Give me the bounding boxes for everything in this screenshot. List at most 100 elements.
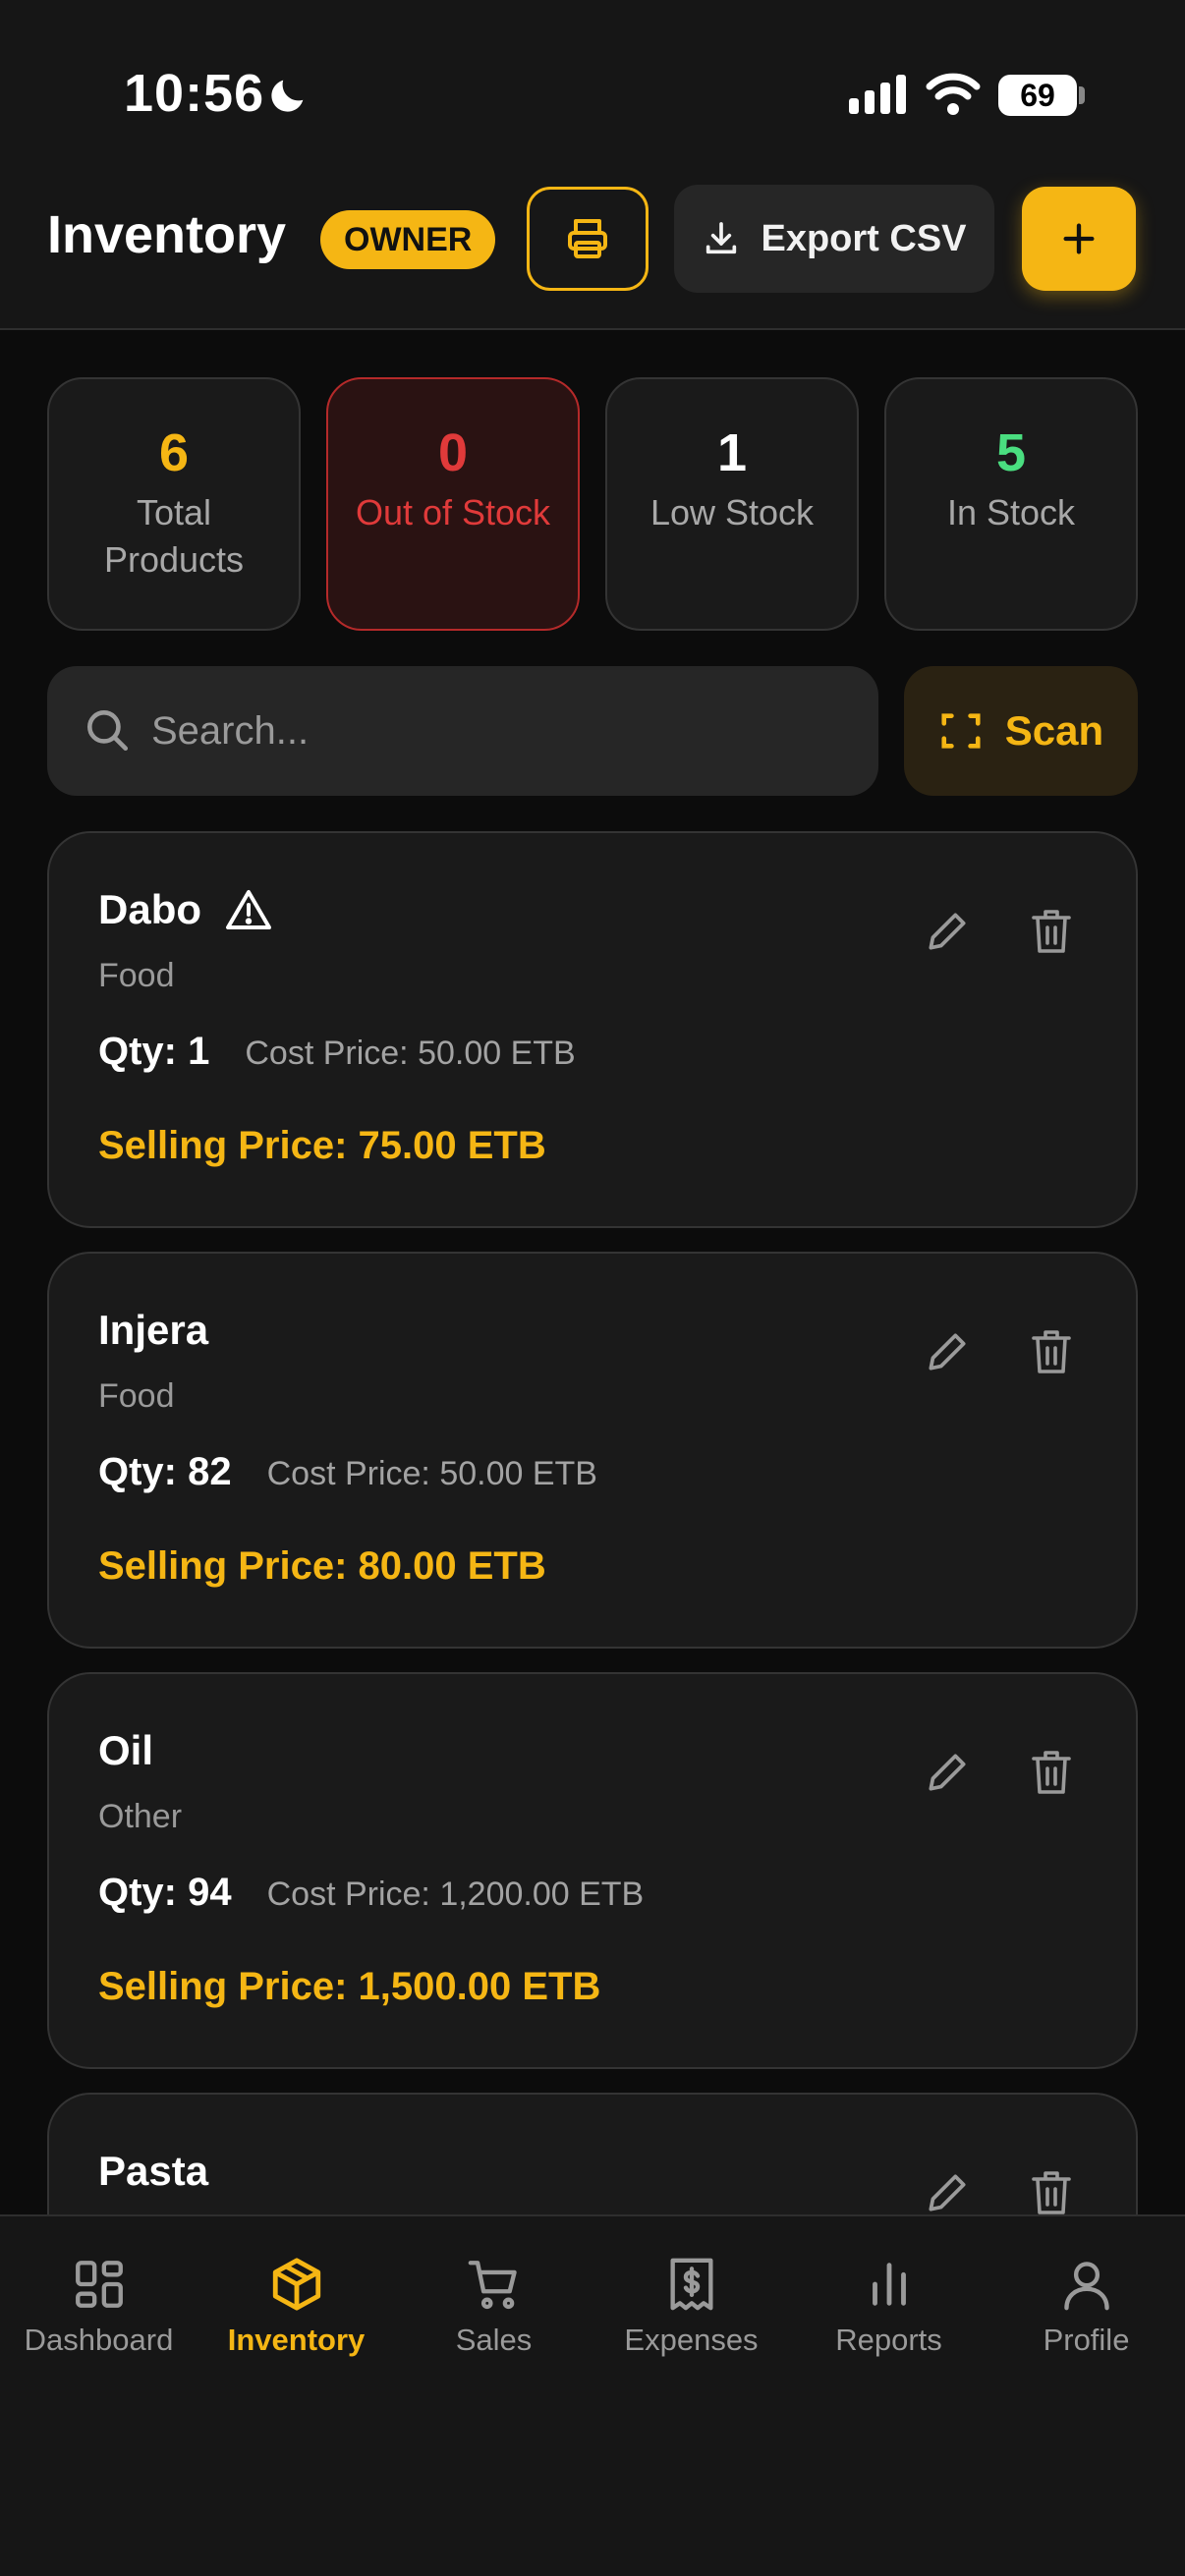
stat-value: 0 bbox=[437, 423, 469, 482]
stat-in-stock[interactable]: 5 In Stock bbox=[884, 377, 1138, 631]
edit-button[interactable] bbox=[908, 2154, 987, 2214]
stat-label: Total Products bbox=[103, 492, 245, 580]
trash-icon bbox=[1032, 1330, 1071, 1373]
plus-icon bbox=[1063, 223, 1095, 254]
nav-dashboard[interactable]: Dashboard bbox=[0, 2256, 198, 2358]
status-bar: 10:56 69 bbox=[0, 0, 1185, 167]
nav-label: Reports bbox=[835, 2323, 942, 2357]
receipt-icon bbox=[669, 2258, 713, 2311]
stat-value: 5 bbox=[995, 423, 1027, 482]
cart-icon bbox=[468, 2261, 517, 2310]
product-cost-price: Cost Price: 50.00 ETB bbox=[245, 1035, 576, 1072]
nav-sales[interactable]: Sales bbox=[395, 2256, 592, 2358]
product-selling-price: Selling Price: 1,500.00 ETB bbox=[98, 1965, 601, 2008]
print-button[interactable] bbox=[527, 187, 649, 291]
product-cost-price: Cost Price: 1,200.00 ETB bbox=[266, 1876, 645, 1913]
download-icon bbox=[706, 222, 737, 254]
product-name-row: Dabo bbox=[98, 886, 272, 933]
status-time: 10:56 bbox=[124, 64, 265, 123]
warning-icon bbox=[226, 890, 271, 929]
trash-icon bbox=[1032, 2171, 1071, 2214]
user-icon bbox=[1063, 2262, 1109, 2311]
wifi-icon bbox=[926, 73, 981, 115]
pencil-icon bbox=[929, 1754, 966, 1791]
nav-expenses[interactable]: Expenses bbox=[592, 2256, 790, 2358]
edit-button[interactable] bbox=[908, 1313, 987, 1391]
printer-icon bbox=[568, 219, 607, 258]
product-category: Other bbox=[98, 1798, 183, 1835]
trash-icon bbox=[1032, 1751, 1071, 1794]
bottom-nav: Dashboard Inventory Sales Expenses Repor… bbox=[0, 2214, 1185, 2576]
search-box bbox=[47, 666, 878, 796]
bar-chart-icon bbox=[872, 2263, 906, 2306]
moon-icon bbox=[271, 80, 304, 112]
product-card[interactable]: Oil Other Qty: 94 Cost Price: 1,200.00 E… bbox=[47, 1672, 1138, 2069]
nav-label: Expenses bbox=[624, 2323, 759, 2357]
scan-button[interactable]: Scan bbox=[904, 666, 1138, 796]
stat-out-of-stock[interactable]: 0 Out of Stock bbox=[326, 377, 580, 631]
stat-label: In Stock bbox=[946, 492, 1076, 532]
trash-icon bbox=[1032, 910, 1071, 953]
stat-value: 1 bbox=[716, 423, 748, 482]
product-cost-price: Cost Price: 50.00 ETB bbox=[266, 1455, 597, 1492]
edit-button[interactable] bbox=[908, 892, 987, 971]
nav-label: Sales bbox=[455, 2323, 533, 2357]
search-input[interactable] bbox=[151, 666, 839, 796]
stats-row: 6 Total Products 0 Out of Stock 1 Low St… bbox=[47, 377, 1138, 631]
app-header: Inventory OWNER Export CSV bbox=[0, 167, 1185, 330]
product-qty: Qty: 94 bbox=[98, 1871, 232, 1914]
product-card[interactable]: Injera Food Qty: 82 Cost Price: 50.00 ET… bbox=[47, 1252, 1138, 1649]
scan-icon bbox=[941, 713, 981, 749]
stat-total-products[interactable]: 6 Total Products bbox=[47, 377, 301, 631]
product-name-row: Injera bbox=[98, 1307, 208, 1354]
product-selling-price: Selling Price: 80.00 ETB bbox=[98, 1544, 546, 1588]
product-qty-row: Qty: 1 Cost Price: 50.00 ETB bbox=[98, 1030, 576, 1074]
product-qty-row: Qty: 94 Cost Price: 1,200.00 ETB bbox=[98, 1871, 644, 1915]
stat-label: Out of Stock bbox=[355, 492, 551, 532]
stat-value: 6 bbox=[158, 423, 190, 482]
pencil-icon bbox=[929, 913, 966, 950]
pencil-icon bbox=[929, 2174, 966, 2212]
product-category: Food bbox=[98, 1377, 175, 1415]
grid-icon bbox=[75, 2261, 123, 2308]
nav-inventory[interactable]: Inventory bbox=[198, 2256, 395, 2358]
nav-reports[interactable]: Reports bbox=[790, 2256, 988, 2358]
stat-low-stock[interactable]: 1 Low Stock bbox=[605, 377, 859, 631]
pencil-icon bbox=[929, 1333, 966, 1371]
product-name-row: Oil bbox=[98, 1727, 153, 1774]
product-name: Oil bbox=[98, 1727, 154, 1773]
product-list: Dabo Food Qty: 1 Cost Price: 50.00 ETB S… bbox=[47, 831, 1138, 2214]
product-name-row: Pasta bbox=[98, 2148, 208, 2195]
scan-label: Scan bbox=[1004, 707, 1104, 754]
product-qty: Qty: 1 bbox=[98, 1030, 210, 1073]
nav-label: Inventory bbox=[227, 2323, 366, 2357]
box-icon bbox=[272, 2258, 320, 2311]
battery-level: 69 bbox=[1020, 77, 1055, 113]
search-icon bbox=[87, 710, 129, 752]
product-name: Dabo bbox=[98, 886, 201, 932]
product-selling-price: Selling Price: 75.00 ETB bbox=[98, 1124, 546, 1167]
product-card[interactable]: Dabo Food Qty: 1 Cost Price: 50.00 ETB S… bbox=[47, 831, 1138, 1228]
export-csv-button[interactable]: Export CSV bbox=[674, 185, 994, 293]
delete-button[interactable] bbox=[1012, 1313, 1091, 1391]
product-name: Pasta bbox=[98, 2148, 209, 2194]
delete-button[interactable] bbox=[1012, 892, 1091, 971]
add-product-button[interactable] bbox=[1022, 187, 1136, 291]
battery-tip bbox=[1079, 86, 1085, 104]
nav-label: Profile bbox=[1043, 2323, 1130, 2357]
product-qty: Qty: 82 bbox=[98, 1450, 232, 1493]
delete-button[interactable] bbox=[1012, 1733, 1091, 1812]
export-csv-label: Export CSV bbox=[761, 217, 967, 259]
delete-button[interactable] bbox=[1012, 2154, 1091, 2214]
nav-profile[interactable]: Profile bbox=[988, 2256, 1185, 2358]
battery-indicator: 69 bbox=[998, 75, 1077, 116]
role-badge: OWNER bbox=[320, 210, 496, 269]
product-qty-row: Qty: 82 Cost Price: 50.00 ETB bbox=[98, 1450, 597, 1494]
stat-label: Low Stock bbox=[649, 492, 815, 532]
product-name: Injera bbox=[98, 1307, 209, 1353]
nav-label: Dashboard bbox=[24, 2323, 174, 2357]
product-category: Food bbox=[98, 957, 175, 994]
page-title: Inventory bbox=[47, 205, 287, 264]
product-card[interactable]: Pasta bbox=[47, 2093, 1138, 2214]
edit-button[interactable] bbox=[908, 1733, 987, 1812]
